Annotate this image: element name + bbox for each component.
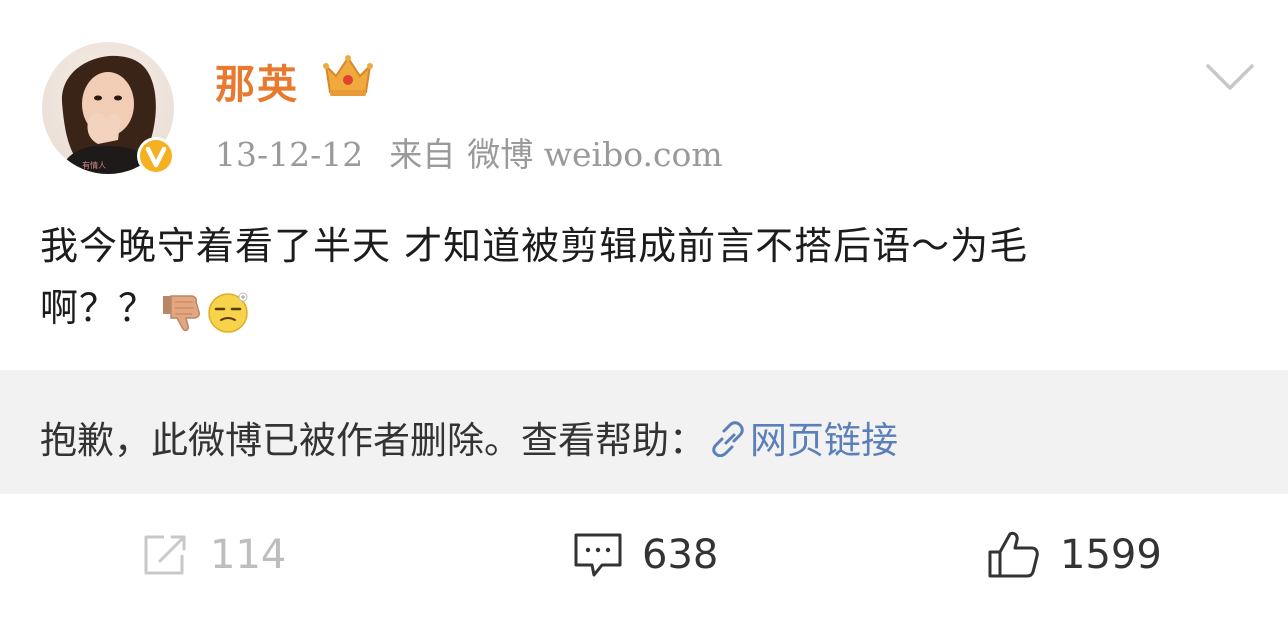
avatar[interactable]: ... 有情人 — [42, 42, 175, 175]
author-name[interactable]: 那英 — [215, 52, 299, 110]
web-link-label: 网页链接 — [750, 419, 898, 462]
weibo-post-card: ... 有情人 那英 13-12-12 来自 微博 weibo.com 我今晚守着看… — [0, 0, 1288, 620]
deleted-notice-text: 抱歉，此微博已被作者删除。查看帮助： — [40, 419, 706, 462]
post-text-line-2-text: 啊？？ — [40, 286, 158, 330]
like-count: 1599 — [1060, 532, 1162, 578]
post-text-line-1: 我今晚守着看了半天 才知道被剪辑成前言不搭后语～为毛 — [40, 224, 1029, 268]
thumbs-up-icon — [988, 531, 1039, 578]
verified-v-icon — [137, 137, 175, 175]
web-link[interactable]: 网页链接 — [706, 419, 898, 462]
deleted-repost-box[interactable]: 抱歉，此微博已被作者删除。查看帮助： 网页链接 — [0, 370, 1288, 494]
thumbs-down-emoji — [163, 294, 200, 331]
repost-count: 114 — [210, 532, 287, 578]
post-source: 微博 weibo.com — [467, 135, 723, 174]
comment-button[interactable]: 638 — [572, 530, 718, 580]
post-date: 13-12-12 — [215, 135, 364, 174]
repost-icon — [144, 535, 186, 575]
post-text-line-2: 啊？？ — [40, 277, 1260, 339]
source-from-label: 来自 — [389, 135, 456, 174]
dizzy-face-emoji — [208, 292, 248, 333]
comment-count: 638 — [642, 532, 719, 578]
post-content: 我今晚守着看了半天 才知道被剪辑成前言不搭后语～为毛 啊？？ — [40, 215, 1260, 339]
deleted-notice: 抱歉，此微博已被作者删除。查看帮助： 网页链接 — [40, 410, 898, 464]
post-actions-bar: 114 638 1599 — [0, 494, 1288, 620]
like-button[interactable]: 1599 — [986, 530, 1162, 580]
repost-button[interactable]: 114 — [140, 530, 286, 580]
link-icon — [712, 421, 744, 457]
comment-icon — [574, 533, 622, 577]
post-meta: 13-12-12 来自 微博 weibo.com — [215, 128, 723, 176]
chevron-down-icon[interactable] — [1204, 60, 1256, 96]
svg-text:... 有情人: ... 有情人 — [72, 160, 106, 170]
crown-icon — [323, 55, 373, 96]
